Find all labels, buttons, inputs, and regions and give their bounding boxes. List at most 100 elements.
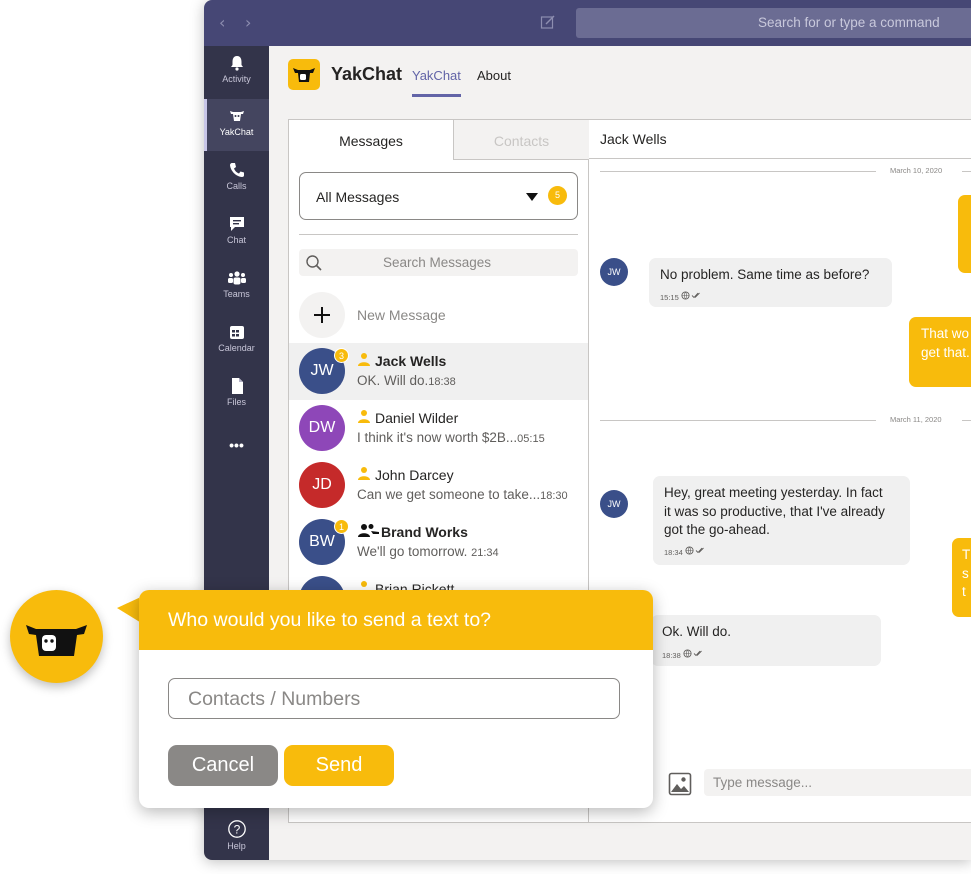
outgoing-message-bubble: Tst [952,538,971,617]
rail-item-calls[interactable]: Calls [204,153,269,205]
yak-icon [26,625,87,656]
dropdown-caret-icon [526,193,538,201]
delivered-icon [683,649,702,658]
new-message-label[interactable]: New Message [357,307,446,323]
divider [299,234,578,235]
conversation-preview: We'll go tomorrow. 21:34 [357,544,499,559]
rail-item-teams[interactable]: Teams [204,261,269,313]
search-icon [306,255,322,271]
forward-arrow-icon[interactable]: › [245,13,251,32]
app-header: YakChat YakChat About [269,46,971,120]
outgoing-message-bubble: That wo get that. [909,317,971,387]
person-icon [358,410,370,423]
send-button[interactable]: Send [284,745,394,786]
message-meta: 15:15 [660,291,703,302]
unread-badge: 3 [334,348,349,363]
rail-item-files[interactable]: Files [204,369,269,421]
conversation-preview: Can we get someone to take...18:30 [357,487,568,502]
conversation-item[interactable]: BW 1 Brand Works We'll go tomorrow. 21:3… [289,514,588,571]
contacts-numbers-input[interactable]: Contacts / Numbers [168,678,620,719]
rail-item-activity[interactable]: Activity [204,46,269,98]
command-search-placeholder: Search for or type a command [758,15,940,30]
tab-yakchat[interactable]: YakChat [412,68,461,97]
conversation-item[interactable]: JW 3 Jack Wells OK. Will do.18:38 [289,343,588,400]
title-bar: ‹ › Search for or type a command [204,0,971,46]
rail-label: Teams [223,289,250,299]
yakchat-bot-avatar [10,590,103,683]
conversation-name: Daniel Wilder [375,410,459,426]
command-search-input[interactable]: Search for or type a command [576,8,971,38]
incoming-message-bubble: Hey, great meeting yesterday. In fact it … [653,476,910,565]
more-icon: ••• [229,437,244,453]
contacts-numbers-placeholder: Contacts / Numbers [188,688,361,710]
rail-item-calendar[interactable]: Calendar [204,315,269,367]
search-messages-input[interactable]: Search Messages [299,249,578,276]
back-arrow-icon[interactable]: ‹ [219,13,225,32]
conversation-name: Brand Works [381,524,468,540]
group-icon [358,524,379,537]
chat-header: Jack Wells [589,120,971,159]
rail-label: Files [226,397,246,407]
tab-about[interactable]: About [477,68,511,83]
delivered-icon [685,546,704,555]
tab-messages[interactable]: Messages [289,120,453,160]
conversation-name: Jack Wells [375,353,447,369]
conversation-preview: I think it's now worth $2B...05:15 [357,430,545,445]
yakchat-logo-icon [288,59,320,90]
dialog-header: Who would you like to send a text to? [139,590,653,650]
rail-item-more[interactable]: ••• [204,427,269,479]
message-text: Hey, great meeting yesterday. In fact it … [664,485,885,537]
yakchat-icon [229,111,244,121]
rail-label: YakChat [219,127,254,137]
image-icon[interactable] [668,772,692,796]
new-message-button[interactable] [299,292,345,338]
message-filter-dropdown[interactable]: All Messages 5 [299,172,578,220]
unread-badge: 1 [334,519,349,534]
date-separator: March 10, 2020 [600,165,971,177]
unread-count-badge: 5 [548,186,567,205]
incoming-message-bubble: No problem. Same time as before? 15:15 [649,258,892,307]
teams-icon [227,271,246,285]
rail-label: Chat [226,235,246,245]
files-icon [231,378,243,394]
person-icon [358,467,370,480]
conversation-item[interactable]: JD John Darcey Can we get someone to tak… [289,457,588,514]
chat-icon [229,217,244,231]
message-text: Tst [962,547,971,599]
incoming-message-bubble: Ok. Will do. 18:38 [651,615,881,666]
avatar: JD [299,462,345,508]
rail-item-yakchat[interactable]: YakChat [204,99,269,151]
message-composer-input[interactable]: Type message... [704,769,971,796]
rail-label: Calls [226,181,247,191]
date-separator: March 11, 2020 [600,414,971,426]
composer-placeholder: Type message... [713,775,813,790]
rail-item-help[interactable]: ? Help [204,811,269,860]
message-meta: 18:34 [664,546,707,557]
app-name: YakChat [331,64,403,84]
conversation-name: John Darcey [375,467,454,483]
compose-icon[interactable] [540,14,556,30]
rail-item-chat[interactable]: Chat [204,207,269,259]
delivered-icon [681,291,700,300]
conversation-preview: OK. Will do.18:38 [357,373,456,388]
phone-icon [229,163,244,177]
cancel-button[interactable]: Cancel [168,745,278,786]
avatar: JW [600,490,628,518]
tab-contacts[interactable]: Contacts [453,120,589,160]
message-text: That wo get that. [921,326,970,360]
chat-contact-name: Jack Wells [600,131,667,147]
rail-label: Calendar [218,343,255,353]
dialog-title: Who would you like to send a text to? [168,609,492,631]
message-text: No problem. Same time as before? [660,267,870,282]
outgoing-message-bubble [958,195,971,273]
svg-text:?: ? [233,823,240,837]
calendar-icon [229,326,244,339]
send-text-dialog: Who would you like to send a text to? Co… [139,590,653,808]
help-icon: ? [227,820,246,838]
rail-label: Activity [222,74,251,84]
rail-label: Help [227,841,246,851]
conversation-item[interactable]: DW Daniel Wilder I think it's now worth … [289,400,588,457]
message-meta: 18:38 [662,649,705,660]
avatar: DW [299,405,345,451]
avatar: JW [600,258,628,286]
